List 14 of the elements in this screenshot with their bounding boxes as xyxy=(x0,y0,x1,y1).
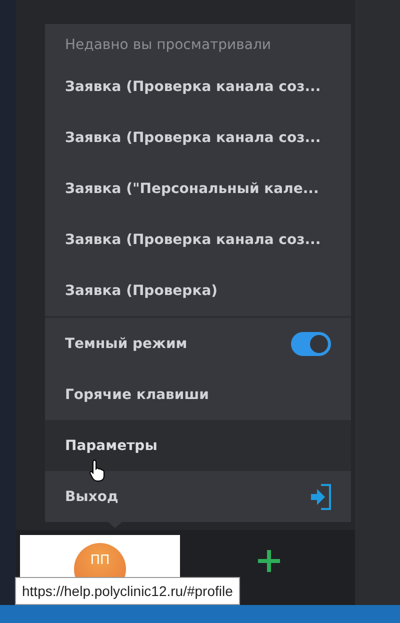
menu-item[interactable]: Параметры xyxy=(45,420,351,471)
menu-heading: Недавно вы просматривали xyxy=(64,36,272,55)
recent-item[interactable]: Заявка (Проверка канала соз... xyxy=(45,61,351,112)
dark-mode-toggle[interactable] xyxy=(291,332,331,356)
menu-item-label[interactable]: Выход xyxy=(65,488,118,504)
menu-item-label: Темный режим xyxy=(65,336,188,352)
recent-item[interactable]: Заявка ("Персональный кале... xyxy=(45,163,351,214)
plus-icon[interactable] xyxy=(258,550,280,572)
url-tooltip: https://help.polyclinic12.ru/#profile xyxy=(15,577,240,605)
logout-icon[interactable] xyxy=(311,484,331,510)
menu-item[interactable]: Горячие клавиши xyxy=(45,369,351,420)
recent-item[interactable]: Заявка (Проверка) xyxy=(45,265,351,316)
recent-item[interactable]: Заявка (Проверка канала соз... xyxy=(45,214,351,265)
recent-item[interactable]: Заявка (Проверка канала соз... xyxy=(45,112,351,163)
